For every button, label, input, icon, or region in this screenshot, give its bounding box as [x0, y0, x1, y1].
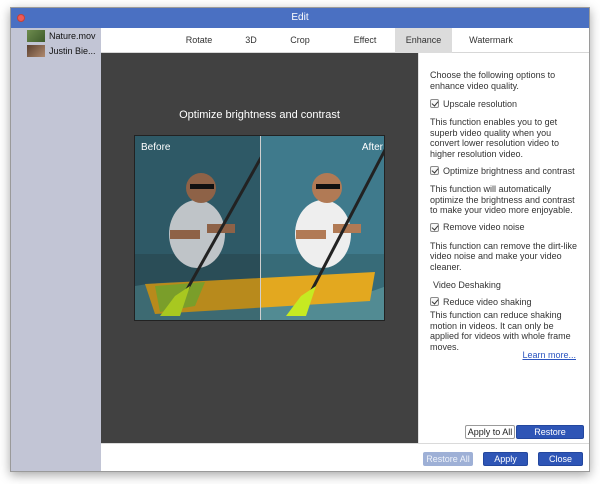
brightness-label: Optimize brightness and contrast — [443, 165, 575, 176]
after-label: After — [361, 142, 383, 153]
video-thumbnail — [27, 30, 45, 42]
title-bar: Edit — [11, 8, 589, 28]
upscale-checkbox[interactable] — [430, 99, 439, 108]
preview-title: Optimize brightness and contrast — [179, 109, 340, 121]
restore-all-button[interactable]: Restore All — [423, 452, 473, 466]
noise-option[interactable]: Remove video noise — [430, 222, 589, 233]
tab-3d[interactable]: 3D — [236, 28, 266, 53]
edit-window: Edit Nature.mov Justin Bie... Rotate 3D … — [10, 7, 590, 472]
file-list: Nature.mov Justin Bie... — [11, 28, 101, 471]
tab-crop[interactable]: Crop — [281, 28, 319, 53]
brightness-description: This function will automatically optimiz… — [430, 184, 575, 215]
noise-label: Remove video noise — [443, 222, 525, 232]
before-after-comparison: Before After — [134, 135, 385, 321]
window-title: Edit — [291, 12, 309, 23]
upscale-option[interactable]: Upscale resolution — [430, 98, 589, 109]
noise-description: This function can remove the dirt-like v… — [430, 240, 578, 272]
edit-tabs: Rotate 3D Crop Effect Enhance Watermark — [101, 28, 589, 53]
deshake-section-title: Video Deshaking — [433, 280, 501, 290]
after-image: After — [261, 136, 384, 320]
deshake-checkbox[interactable] — [430, 297, 439, 306]
close-window-icon[interactable] — [17, 14, 25, 22]
enhance-intro: Choose the following options to enhance … — [430, 70, 556, 91]
apply-button[interactable]: Apply — [483, 452, 528, 466]
deshake-option[interactable]: Reduce video shaking — [430, 296, 589, 307]
before-label: Before — [141, 142, 171, 153]
comparison-divider — [260, 136, 261, 320]
tab-rotate[interactable]: Rotate — [175, 28, 223, 53]
restore-defaults-button[interactable]: Restore Defaults — [516, 425, 584, 449]
enhance-panel: Choose the following options to enhance … — [418, 53, 589, 449]
file-label: Nature.mov — [49, 31, 96, 41]
tab-watermark[interactable]: Watermark — [458, 28, 524, 53]
learn-more-link[interactable]: Learn more... — [522, 350, 576, 360]
upscale-label: Upscale resolution — [443, 98, 518, 109]
file-item-justin[interactable]: Justin Bie... — [11, 44, 101, 58]
apply-to-all-button[interactable]: Apply to All — [465, 425, 515, 439]
deshake-label: Reduce video shaking — [443, 296, 532, 307]
close-button[interactable]: Close — [538, 452, 583, 466]
tab-effect[interactable]: Effect — [344, 28, 386, 53]
brightness-option[interactable]: Optimize brightness and contrast — [430, 165, 589, 176]
file-item-nature[interactable]: Nature.mov — [11, 29, 101, 43]
deshake-description: This function can reduce shaking motion … — [430, 310, 571, 352]
tab-enhance[interactable]: Enhance — [395, 28, 452, 53]
footer-bar: Restore All Apply Close — [101, 443, 589, 471]
brightness-checkbox[interactable] — [430, 166, 439, 175]
before-image: Before — [135, 136, 260, 320]
video-thumbnail — [27, 45, 45, 57]
preview-area: Optimize brightness and contrast Before … — [101, 53, 418, 443]
noise-checkbox[interactable] — [430, 222, 439, 232]
file-label: Justin Bie... — [49, 46, 96, 56]
upscale-description: This function enables you to get superb … — [430, 117, 560, 159]
